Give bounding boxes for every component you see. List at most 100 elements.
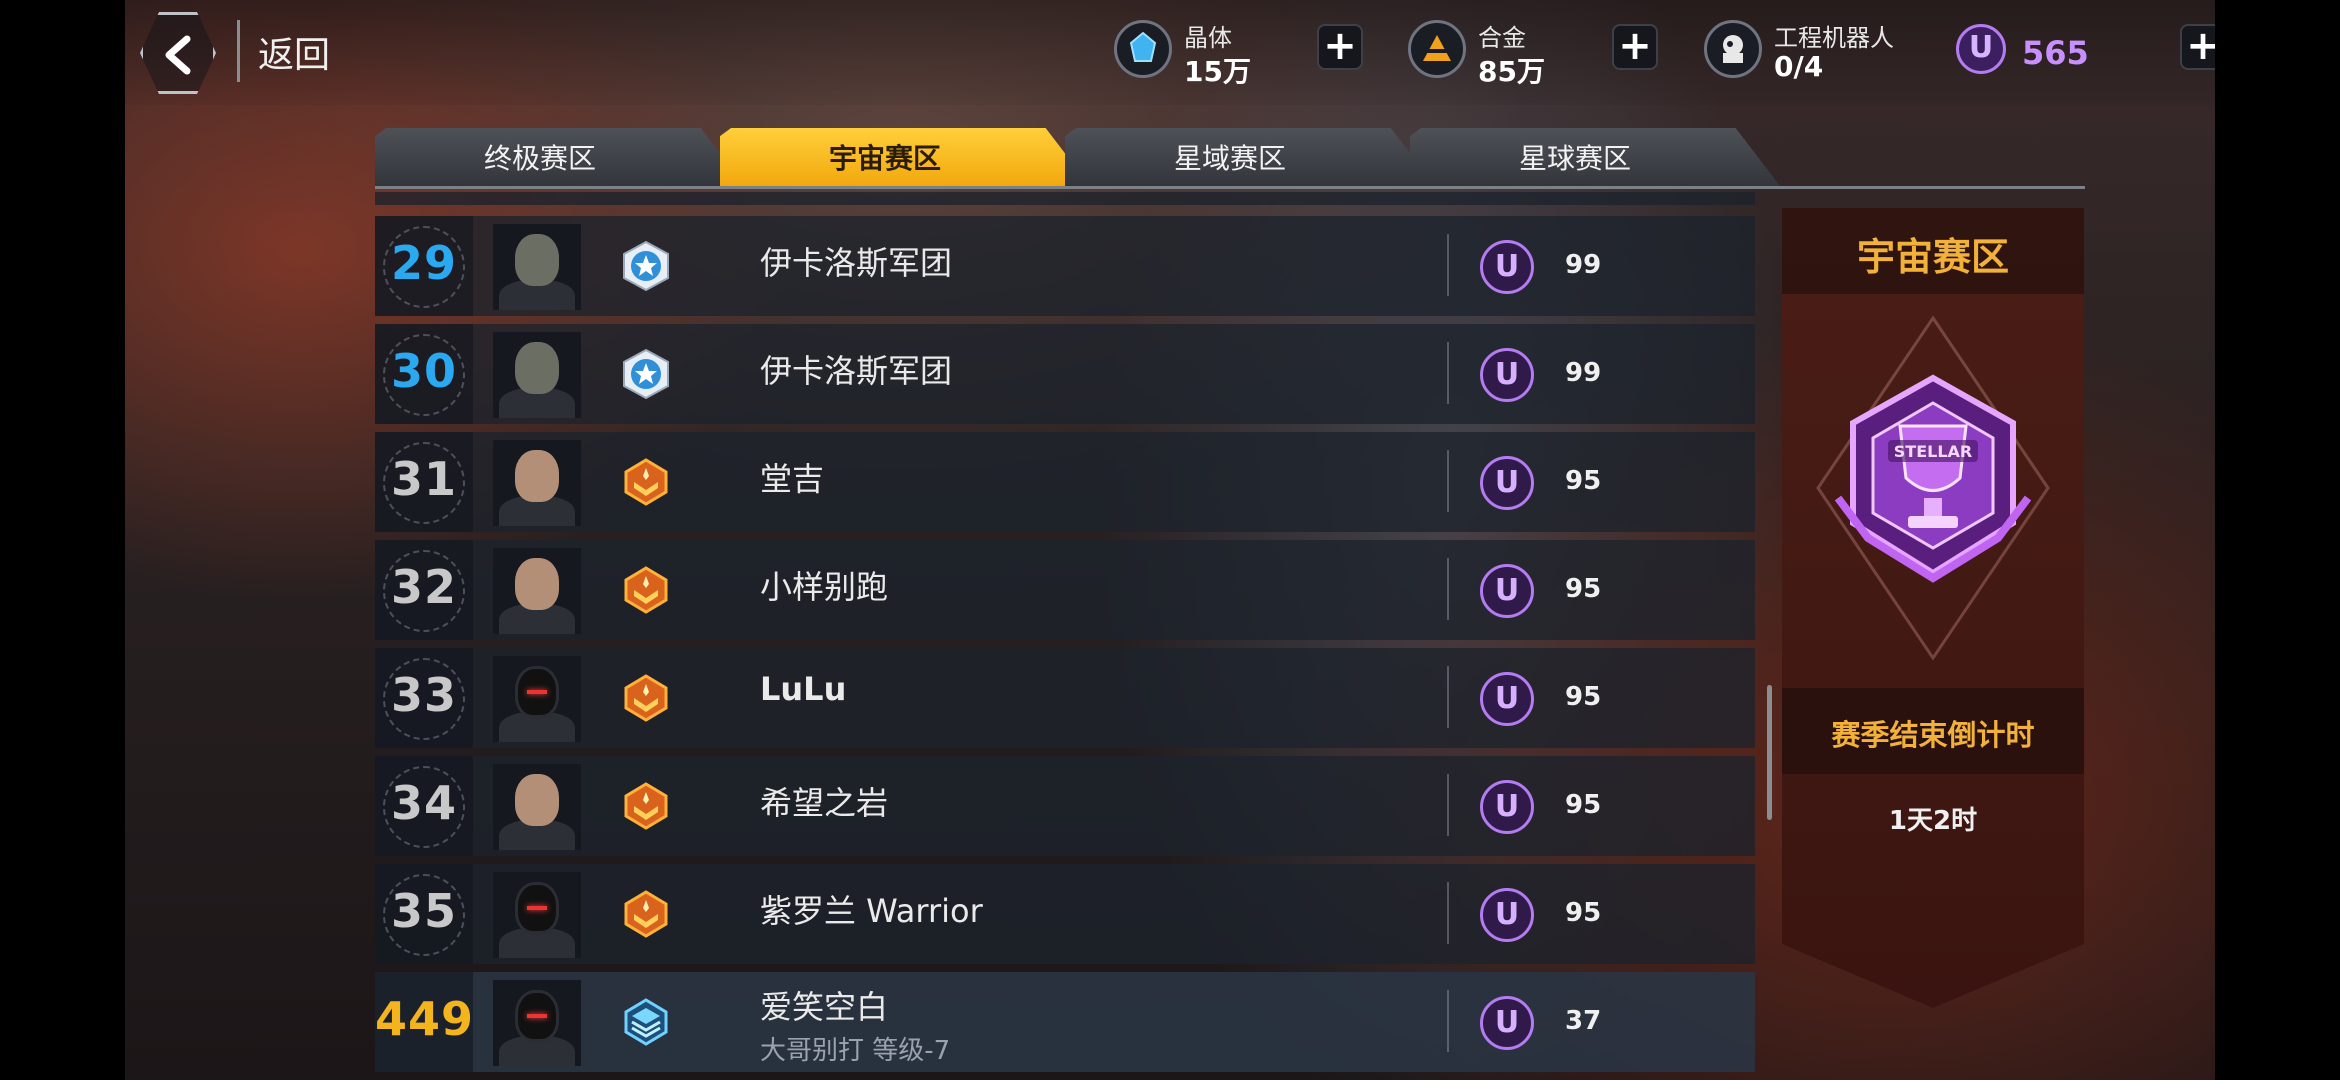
- tab-ultimate[interactable]: 终极赛区: [375, 128, 745, 186]
- gold-rank-badge-icon: [624, 458, 668, 506]
- table-row[interactable]: 35 紫罗兰 Warrior U 95: [375, 864, 1755, 964]
- star-badge-icon: [623, 348, 669, 400]
- robot-resource: 工程机器人 0/4: [1704, 8, 1924, 98]
- avatar-eyes: [527, 1014, 547, 1018]
- table-row[interactable]: 31 堂吉 U 95: [375, 432, 1755, 532]
- shop-cart-button[interactable]: [2242, 14, 2310, 82]
- alloy-value: 85万: [1478, 55, 1545, 88]
- score-value: 95: [1565, 790, 1602, 820]
- row-divider: [1447, 234, 1449, 296]
- score-value: 95: [1565, 898, 1602, 928]
- star-badge-icon: [623, 240, 669, 292]
- row-divider: [1447, 558, 1449, 620]
- leaderboard-list[interactable]: 29 伊卡洛斯军团 U 99 30 伊卡洛斯军团 U 99 31 堂吉 U 95…: [375, 192, 1755, 1080]
- table-row[interactable]: 32 小样别跑 U 95: [375, 540, 1755, 640]
- row-divider: [1447, 774, 1449, 836]
- avatar-face: [515, 774, 559, 826]
- avatar[interactable]: [493, 656, 581, 742]
- avatar[interactable]: [493, 224, 581, 310]
- crystal-icon: [1114, 20, 1172, 78]
- season-countdown-label: 赛季结束倒计时: [1831, 718, 2035, 752]
- rank-number: 30: [390, 344, 457, 398]
- player-name: 堂吉: [760, 460, 825, 498]
- rank-cell: 32: [375, 540, 473, 640]
- league-info-panel: 宇宙赛区 STELLAR 赛季结束倒计时 1天2时: [1782, 208, 2084, 1058]
- cart-icon: [2257, 33, 2297, 68]
- trophy-text: STELLAR: [1894, 442, 1972, 461]
- avatar[interactable]: [493, 440, 581, 526]
- avatar[interactable]: [493, 980, 581, 1066]
- tab-star-domain[interactable]: 星域赛区: [1065, 128, 1435, 186]
- avatar[interactable]: [493, 332, 581, 418]
- alloy-resource: 合金 85万: [1408, 8, 1548, 98]
- avatar-face: [515, 234, 559, 286]
- u-score-icon: U: [1480, 888, 1534, 942]
- game-screen: 返回 晶体 15万 + 合金 85万 + 工程机器人 0/4 U 565 + 终…: [0, 0, 2340, 1080]
- row-divider: [1447, 450, 1449, 512]
- avatar-face: [515, 342, 559, 394]
- row-divider: [1447, 666, 1449, 728]
- gold-rank-badge-icon: [624, 890, 668, 938]
- crystal-resource: 晶体 15万: [1114, 8, 1254, 98]
- rank-cell: 31: [375, 432, 473, 532]
- table-row[interactable]: 30 伊卡洛斯军团 U 99: [375, 324, 1755, 424]
- u-currency-icon: U: [1956, 24, 2006, 74]
- avatar[interactable]: [493, 872, 581, 958]
- row-divider: [1447, 990, 1449, 1052]
- avatar-eyes: [527, 690, 547, 694]
- rank-number: 29: [390, 236, 457, 290]
- table-row[interactable]: 34 希望之岩 U 95: [375, 756, 1755, 856]
- crystal-value: 15万: [1184, 55, 1251, 88]
- gold-rank-badge-icon: [624, 674, 668, 722]
- alloy-label: 合金: [1478, 24, 1526, 52]
- player-name: 小样别跑: [760, 568, 889, 606]
- score-value: 99: [1565, 250, 1602, 280]
- stack-badge-icon: [624, 998, 668, 1046]
- tab-underline: [375, 186, 2085, 189]
- avatar[interactable]: [493, 548, 581, 634]
- rank-number: 32: [390, 560, 457, 614]
- robot-value: 0/4: [1774, 50, 1824, 83]
- back-label[interactable]: 返回: [258, 26, 330, 78]
- rank-cell: 34: [375, 756, 473, 856]
- gold-rank-badge-icon: [624, 782, 668, 830]
- rank-cell: 30: [375, 324, 473, 424]
- u-currency-value: 565: [2022, 34, 2089, 72]
- tab-planet[interactable]: 星球赛区: [1410, 128, 1780, 186]
- rank-number: 34: [390, 776, 457, 830]
- tab-cosmos[interactable]: 宇宙赛区: [720, 128, 1090, 186]
- table-row[interactable]: 29 伊卡洛斯军团 U 99: [375, 216, 1755, 316]
- rank-cell: 35: [375, 864, 473, 964]
- table-row[interactable]: 33 LuLu U 95: [375, 648, 1755, 748]
- rank-number: 31: [390, 452, 457, 506]
- crystal-label: 晶体: [1184, 24, 1232, 52]
- player-subtitle: 大哥别打 等级-7: [760, 1036, 951, 1066]
- add-u-currency-button[interactable]: +: [2180, 24, 2226, 70]
- score-value: 95: [1565, 682, 1602, 712]
- alloy-icon: [1408, 20, 1466, 78]
- rank-number: 33: [390, 668, 457, 722]
- robot-label: 工程机器人: [1774, 24, 1894, 52]
- avatar-face: [515, 450, 559, 502]
- player-name: LuLu: [760, 670, 847, 708]
- robot-icon: [1704, 20, 1762, 78]
- list-scrollbar[interactable]: [1767, 685, 1772, 820]
- u-score-icon: U: [1480, 672, 1534, 726]
- u-score-icon: U: [1480, 456, 1534, 510]
- league-tabs: 终极赛区 宇宙赛区 星域赛区 星球赛区: [375, 128, 2085, 188]
- gold-rank-badge-icon: [624, 566, 668, 614]
- add-crystal-button[interactable]: +: [1317, 24, 1363, 70]
- table-row-partial[interactable]: [375, 192, 1755, 205]
- add-alloy-button[interactable]: +: [1612, 24, 1658, 70]
- player-name: 希望之岩: [760, 784, 889, 822]
- u-score-icon: U: [1480, 780, 1534, 834]
- season-countdown-value: 1天2时: [1888, 806, 1978, 836]
- avatar[interactable]: [493, 764, 581, 850]
- self-rank-row[interactable]: 449 爱笑空白 大哥别打 等级-7 U 37: [375, 972, 1755, 1072]
- score-value: 95: [1565, 574, 1602, 604]
- rank-number: 35: [390, 884, 457, 938]
- player-name: 紫罗兰 Warrior: [760, 892, 983, 930]
- player-name: 伊卡洛斯军团: [760, 244, 953, 282]
- avatar-eyes: [527, 906, 547, 910]
- avatar-face: [515, 558, 559, 610]
